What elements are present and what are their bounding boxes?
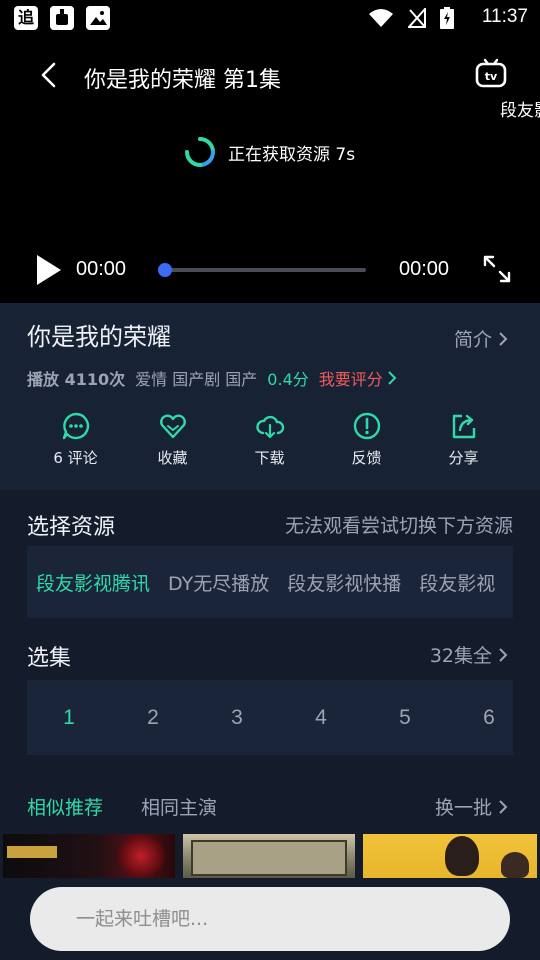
refresh-button[interactable]: 换一批: [435, 793, 508, 820]
app-notification-icon: [50, 6, 74, 30]
back-arrow-icon[interactable]: [34, 58, 64, 92]
fullscreen-icon[interactable]: [482, 254, 512, 284]
comment-button[interactable]: 6 评论: [27, 411, 124, 468]
episode-strip[interactable]: 1 2 3 4 5 6: [27, 680, 513, 755]
cloud-download-icon: [255, 415, 284, 439]
recommendation-poster[interactable]: [183, 834, 355, 878]
recommendation-poster[interactable]: [363, 834, 537, 878]
play-icon[interactable]: [34, 254, 64, 286]
episodes-title: 选集: [27, 646, 72, 671]
feedback-icon: [353, 412, 380, 440]
poster-logo: [7, 846, 57, 858]
rate-button[interactable]: 我要评分: [319, 366, 397, 390]
meta-row: 播放 4110次 爱情 国产剧 国产 0.4分 我要评分: [27, 366, 397, 390]
tv-cast-label: 段友影视: [500, 101, 540, 121]
episode-count-link[interactable]: 32集全: [430, 641, 508, 668]
clock: 11:37: [481, 6, 528, 27]
episode-count: 32集全: [429, 645, 492, 667]
feedback-button[interactable]: 反馈: [318, 411, 415, 468]
chevron-right-icon: [499, 647, 508, 662]
score: 0.4分: [267, 370, 309, 389]
download-button[interactable]: 下载: [221, 411, 318, 468]
genre-tags: 爱情 国产剧 国产: [135, 370, 258, 389]
action-bar: 6 评论 收藏 下载 反馈 分享: [0, 411, 540, 468]
app-notification-icon-zhui: 追: [14, 6, 38, 30]
tv-cast-icon[interactable]: tv: [474, 58, 508, 92]
source-tab-strip[interactable]: 段友影视腾讯 DY无尽播放 段友影视快播 段友影视: [27, 546, 513, 618]
video-title: 你是我的荣耀 第1集: [84, 68, 281, 93]
seek-handle[interactable]: [158, 263, 172, 277]
image-icon: [86, 6, 110, 30]
source-title: 选择资源: [27, 515, 116, 540]
episode-item[interactable]: 4: [279, 680, 363, 755]
poster-artwork: [501, 852, 529, 878]
show-title: 你是我的荣耀: [27, 323, 171, 351]
source-tab[interactable]: DY无尽播放: [168, 569, 269, 596]
episode-item[interactable]: 1: [27, 680, 111, 755]
heart-icon: [159, 414, 186, 439]
video-player[interactable]: 你是我的荣耀 第1集 tv 段友影视 正在获取资源 7s 00:00 00:00: [0, 36, 540, 303]
recommendation-poster[interactable]: [3, 834, 175, 878]
comment-icon: [62, 412, 89, 440]
source-hint: 无法观看尝试切换下方资源: [284, 515, 513, 537]
comment-input[interactable]: 一起来吐槽吧...: [30, 887, 510, 951]
favorite-label: 收藏: [157, 449, 188, 467]
source-section: 选择资源 无法观看尝试切换下方资源 段友影视腾讯 DY无尽播放 段友影视快播 段…: [0, 492, 540, 618]
wifi-icon: [369, 9, 393, 27]
poster-artwork: [115, 836, 167, 876]
status-bar: 追 11:37: [0, 0, 540, 36]
share-button[interactable]: 分享: [415, 411, 512, 468]
current-time: 00:00: [76, 258, 127, 280]
favorite-button[interactable]: 收藏: [124, 411, 221, 468]
chevron-right-icon: [499, 799, 508, 814]
source-tab[interactable]: 段友影视: [419, 569, 495, 596]
episode-item[interactable]: 6: [447, 680, 513, 755]
feedback-label: 反馈: [351, 449, 382, 467]
source-tab[interactable]: 段友影视腾讯: [36, 569, 150, 596]
episode-item[interactable]: 5: [363, 680, 447, 755]
episode-item[interactable]: 2: [111, 680, 195, 755]
share-label: 分享: [448, 449, 479, 467]
intro-label: 简介: [453, 329, 492, 351]
intro-link[interactable]: 简介: [454, 325, 508, 352]
rate-label: 我要评分: [318, 370, 383, 389]
seek-bar[interactable]: [158, 263, 366, 277]
show-info-panel: 你是我的荣耀 简介 播放 4110次 爱情 国产剧 国产 0.4分 我要评分 6…: [0, 303, 540, 490]
chevron-right-icon: [499, 331, 508, 346]
refresh-label: 换一批: [434, 797, 492, 819]
loading-spinner-icon: [185, 137, 215, 167]
poster-artwork: [191, 840, 347, 876]
episode-item[interactable]: 3: [195, 680, 279, 755]
play-count: 播放 4110次: [27, 370, 126, 389]
loading-text: 正在获取资源 7s: [228, 144, 356, 165]
svg-text:tv: tv: [485, 70, 498, 83]
download-label: 下载: [254, 449, 285, 467]
episodes-section: 选集 32集全 1 2 3 4 5 6: [0, 618, 540, 766]
comment-label: 6 评论: [53, 449, 98, 467]
tab-similar[interactable]: 相似推荐: [27, 793, 103, 820]
comment-bar: 一起来吐槽吧...: [0, 879, 540, 960]
chevron-right-icon: [388, 371, 397, 385]
no-signal-icon: [408, 8, 426, 28]
poster-artwork: [445, 836, 479, 876]
loading-indicator: 正在获取资源 7s: [184, 136, 355, 168]
share-icon: [452, 414, 475, 439]
battery-charging-icon: [440, 7, 454, 29]
source-tab[interactable]: 段友影视快播: [287, 569, 401, 596]
tab-same-cast[interactable]: 相同主演: [141, 793, 217, 820]
player-controls: 00:00 00:00: [0, 250, 540, 290]
total-time: 00:00: [399, 258, 450, 280]
